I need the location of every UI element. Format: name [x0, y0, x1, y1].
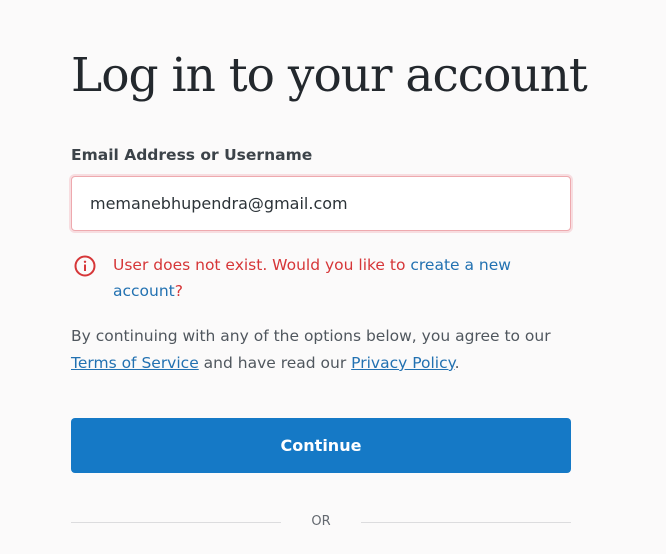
or-divider-label: OR	[311, 514, 331, 529]
email-field[interactable]	[71, 176, 571, 231]
terms-of-service-link[interactable]: Terms of Service	[71, 354, 199, 372]
error-text-prefix: User does not exist. Would you like to	[113, 256, 411, 274]
continue-button[interactable]: Continue	[71, 418, 571, 473]
terms-middle: and have read our	[198, 354, 352, 372]
terms-prefix: By continuing with any of the options be…	[71, 327, 551, 345]
error-text-suffix: ?	[174, 282, 183, 300]
divider-line-right	[361, 522, 571, 523]
email-field-label: Email Address or Username	[71, 146, 313, 164]
terms-notice: By continuing with any of the options be…	[71, 323, 571, 377]
page-title: Log in to your account	[71, 48, 588, 103]
divider-line-left	[71, 522, 281, 523]
privacy-policy-link[interactable]: Privacy Policy	[351, 354, 454, 372]
error-text: User does not exist. Would you like to c…	[113, 252, 553, 304]
terms-suffix: .	[454, 354, 460, 372]
alert-circle-icon	[74, 255, 96, 277]
